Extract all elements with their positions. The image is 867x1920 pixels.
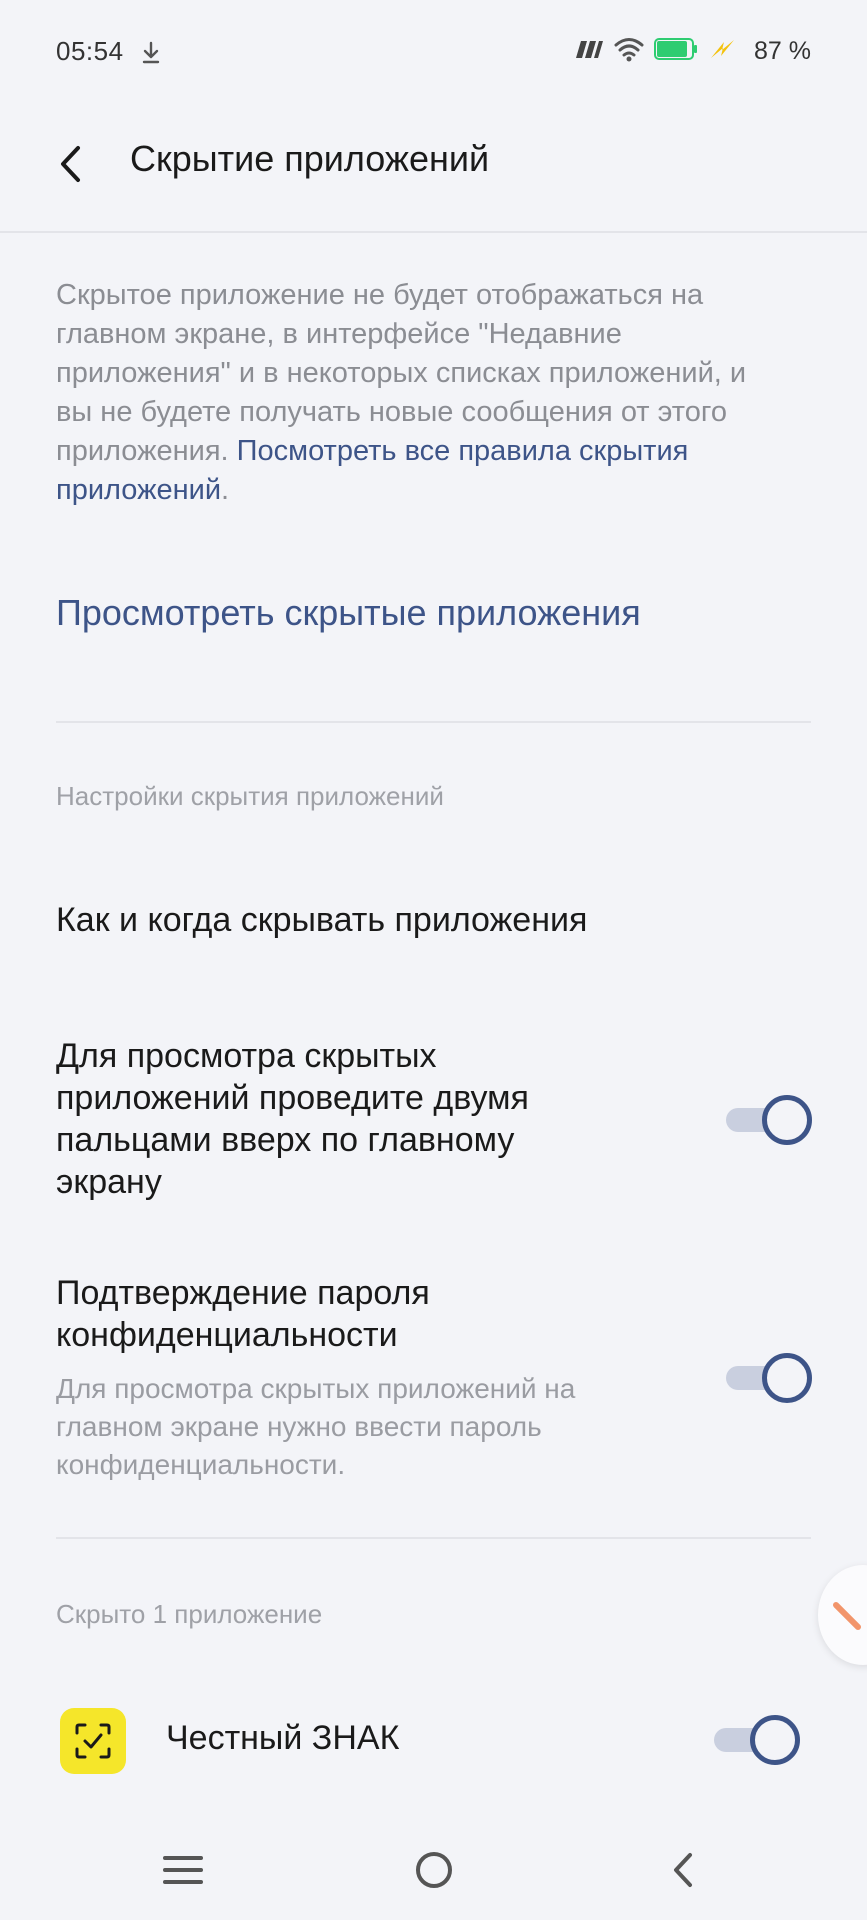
app-hide-toggle[interactable] bbox=[710, 1715, 800, 1765]
home-button[interactable] bbox=[394, 1832, 474, 1908]
menu-button[interactable] bbox=[143, 1832, 223, 1908]
description-text: Скрытое приложение не будет отображаться… bbox=[56, 276, 786, 510]
section-divider bbox=[56, 1537, 811, 1539]
battery-icon bbox=[654, 37, 698, 66]
wifi-icon bbox=[614, 36, 644, 67]
carrier-icon bbox=[572, 38, 604, 65]
toggle-knob bbox=[762, 1353, 812, 1403]
password-toggle-description: Для просмотра скрытых приложений на глав… bbox=[56, 1373, 576, 1480]
password-toggle[interactable] bbox=[722, 1353, 812, 1403]
screen: 05:54 87 % Скрытие приложений Скрытое пр… bbox=[0, 0, 867, 1920]
battery-percent: 87 % bbox=[754, 37, 811, 65]
download-icon bbox=[140, 40, 162, 66]
nav-back-button[interactable] bbox=[642, 1832, 722, 1908]
back-button[interactable] bbox=[44, 134, 96, 194]
swipe-toggle[interactable] bbox=[722, 1095, 812, 1145]
menu-icon bbox=[163, 1856, 203, 1884]
toggle-knob bbox=[762, 1095, 812, 1145]
header: Скрытие приложений bbox=[0, 104, 867, 232]
status-time: 05:54 bbox=[56, 36, 124, 66]
app-name: Честный ЗНАК bbox=[166, 1719, 400, 1757]
page-title: Скрытие приложений bbox=[130, 138, 490, 179]
charging-icon bbox=[708, 36, 738, 67]
status-icons: 87 % bbox=[572, 36, 811, 67]
status-bar: 05:54 87 % bbox=[0, 0, 867, 104]
description-trailing: . bbox=[221, 474, 230, 506]
chestny-znak-icon bbox=[60, 1708, 126, 1774]
hidden-apps-section-header: Скрыто 1 приложение bbox=[56, 1599, 323, 1629]
how-when-hide-item[interactable]: Как и когда скрывать приложения bbox=[56, 899, 587, 941]
chevron-left-icon bbox=[61, 146, 80, 182]
password-toggle-label: Подтверждение пароля конфиденциальности bbox=[56, 1274, 430, 1354]
navigation-bar bbox=[0, 1820, 867, 1920]
edge-swipe-icon bbox=[833, 1602, 861, 1630]
back-icon bbox=[674, 1853, 692, 1887]
swipe-toggle-label: Для просмотра скрытых приложений проведи… bbox=[56, 1037, 529, 1201]
toggle-knob bbox=[750, 1715, 800, 1765]
home-icon bbox=[416, 1852, 452, 1888]
section-divider bbox=[56, 721, 811, 723]
settings-section-header: Настройки скрытия приложений bbox=[56, 781, 444, 811]
header-divider bbox=[0, 231, 867, 233]
floating-edge-button[interactable] bbox=[818, 1565, 867, 1665]
view-hidden-apps-link[interactable]: Просмотреть скрытые приложения bbox=[56, 592, 641, 634]
